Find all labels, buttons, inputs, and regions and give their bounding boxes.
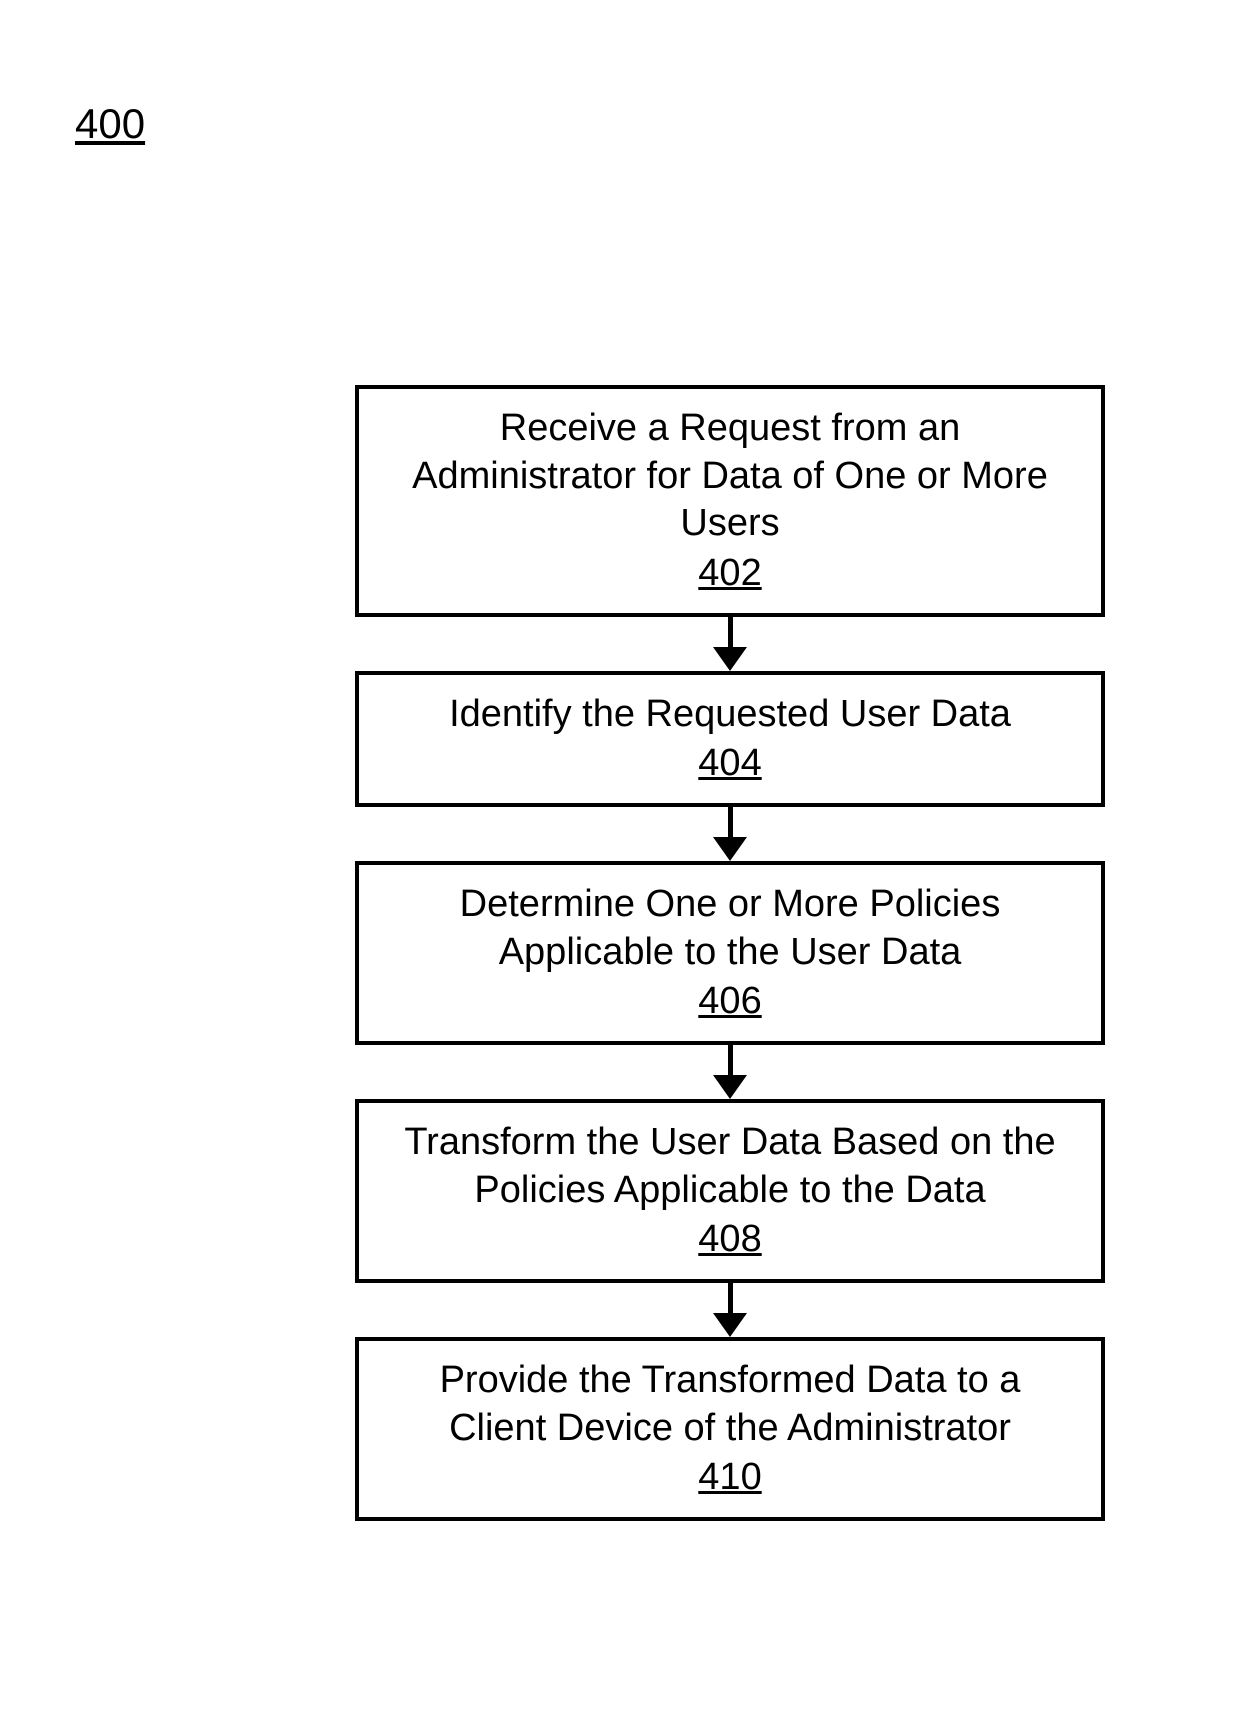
step-ref: 406 bbox=[698, 980, 761, 1023]
step-label: Identify the Requested User Data bbox=[389, 691, 1071, 739]
step-label: Transform the User Data Based on the Pol… bbox=[389, 1119, 1071, 1214]
arrow-down-icon bbox=[713, 807, 747, 861]
step-box-408: Transform the User Data Based on the Pol… bbox=[355, 1099, 1105, 1283]
arrow-down-icon bbox=[713, 1045, 747, 1099]
arrow-down-icon bbox=[713, 1283, 747, 1337]
step-ref: 404 bbox=[698, 742, 761, 785]
step-box-406: Determine One or More Policies Applicabl… bbox=[355, 861, 1105, 1045]
step-label: Provide the Transformed Data to a Client… bbox=[389, 1357, 1071, 1452]
step-ref: 410 bbox=[698, 1456, 761, 1499]
step-box-402: Receive a Request from an Administrator … bbox=[355, 385, 1105, 617]
step-label: Determine One or More Policies Applicabl… bbox=[389, 881, 1071, 976]
step-box-410: Provide the Transformed Data to a Client… bbox=[355, 1337, 1105, 1521]
step-box-404: Identify the Requested User Data 404 bbox=[355, 671, 1105, 808]
arrow-down-icon bbox=[713, 617, 747, 671]
figure-number: 400 bbox=[75, 100, 145, 148]
step-ref: 408 bbox=[698, 1218, 761, 1261]
step-ref: 402 bbox=[698, 552, 761, 595]
flowchart: Receive a Request from an Administrator … bbox=[355, 385, 1105, 1521]
step-label: Receive a Request from an Administrator … bbox=[389, 405, 1071, 548]
